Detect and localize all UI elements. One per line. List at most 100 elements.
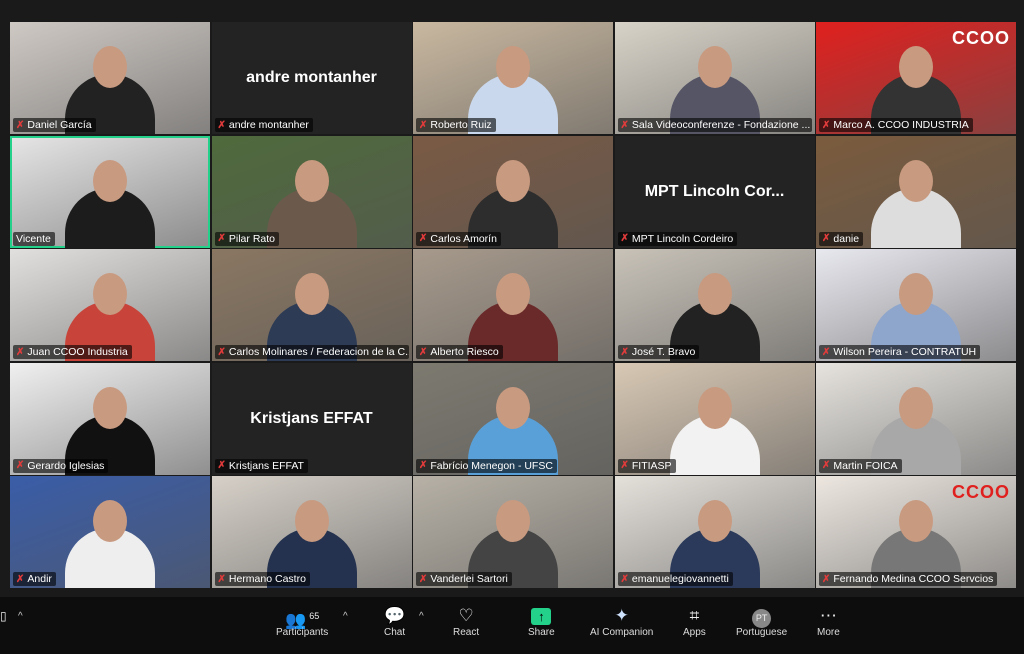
participant-face	[93, 273, 127, 315]
video-options-caret[interactable]: ^	[18, 611, 23, 622]
participant-tile[interactable]: CCOO ✗ Marco A. CCOO INDUSTRIA	[816, 22, 1016, 134]
muted-mic-icon: ✗	[620, 233, 629, 244]
participant-name-label: ✗ Pilar Rato	[214, 231, 279, 246]
sparkle-icon: ✦	[614, 606, 629, 625]
participant-tile[interactable]: andre montanher ✗ andre montanher	[211, 22, 412, 134]
chat-options-caret[interactable]: ^	[419, 611, 424, 622]
participant-face	[899, 159, 933, 202]
muted-mic-icon: ✗	[822, 119, 831, 131]
muted-mic-icon: ✗	[620, 346, 629, 358]
participant-tile[interactable]: ✗ Juan CCOO Industria	[10, 249, 210, 361]
participant-face	[294, 500, 329, 542]
muted-mic-icon: ✗	[419, 119, 428, 131]
participant-tile[interactable]: ✗ Wilson Pereira - CONTRATUH	[816, 249, 1016, 361]
participant-tile[interactable]: ✗ Carlos Amorín	[413, 135, 613, 248]
muted-mic-icon: ✗	[217, 460, 226, 471]
muted-mic-icon: ✗	[822, 460, 831, 471]
participant-tile[interactable]: Kristjans EFFAT ✗ Kristjans EFFAT	[211, 362, 412, 475]
participant-name-label: ✗ Daniel García	[13, 118, 96, 132]
participant-face	[899, 500, 933, 542]
chat-button[interactable]: 💬 Chat	[384, 605, 405, 638]
participant-face	[294, 159, 329, 202]
participant-tile[interactable]: ✗ Gerardo Iglesias	[10, 362, 210, 475]
share-icon: ↑	[531, 605, 552, 627]
participant-tile[interactable]: ✗ Fabrício Menegon - UFSC	[413, 362, 613, 475]
participants-icon: 👥 65	[285, 610, 320, 630]
participant-tile[interactable]: ✗ Sala Videoconferenze - Fondazione ...	[614, 22, 815, 134]
participant-name-label: ✗ Sala Videoconferenze - Fondazione ...	[617, 118, 812, 132]
participants-button[interactable]: 👥 65 Participants	[276, 605, 328, 638]
participants-options-caret[interactable]: ^	[343, 611, 348, 622]
participant-face	[93, 386, 127, 429]
participant-tile[interactable]: ✗ Carlos Molinares / Federacion de la C..…	[211, 249, 412, 361]
participant-tile[interactable]: ✗ José T. Bravo	[614, 249, 815, 361]
participant-face	[496, 273, 530, 315]
participant-tile[interactable]: CCOO ✗ Fernando Medina CCOO Servcios	[816, 476, 1016, 588]
participant-name-label: ✗ Hermano Castro	[214, 572, 310, 586]
participant-tile[interactable]: ✗ Martin FOICA	[816, 362, 1016, 475]
participant-name-label: ✗ Andir	[13, 572, 56, 586]
participant-face	[294, 273, 329, 315]
muted-mic-icon: ✗	[620, 460, 629, 471]
participant-tile[interactable]: ✗ Hermano Castro	[211, 476, 412, 588]
muted-mic-icon: ✗	[419, 573, 428, 585]
participant-name-label: ✗ Alberto Riesco	[416, 345, 503, 359]
participant-tile[interactable]: ✗ emanuelegiovannetti	[614, 476, 815, 588]
participant-tile[interactable]: ✗ danie	[816, 135, 1016, 248]
participant-face	[697, 386, 732, 429]
share-button[interactable]: ↑ Share	[528, 605, 555, 638]
participant-display-name: MPT Lincoln Cor...	[644, 182, 785, 200]
participant-name-label: ✗ Carlos Molinares / Federacion de la C..…	[214, 345, 409, 359]
participant-name-label: ✗ Roberto Ruiz	[416, 118, 496, 132]
participant-face	[899, 273, 933, 315]
participant-tile[interactable]: ✗ Andir	[10, 476, 210, 588]
meeting-toolbar: ▯ ^ 👥 65 Participants ^ 💬 Chat ^ ♡ React …	[0, 597, 1024, 654]
video-button[interactable]: ▯	[0, 605, 7, 627]
muted-mic-icon: ✗	[419, 346, 428, 358]
muted-mic-icon: ✗	[16, 573, 25, 585]
participant-tile[interactable]: ✗ Daniel García	[10, 22, 210, 134]
participant-tile[interactable]: ✗ Roberto Ruiz	[413, 22, 613, 134]
participant-face	[93, 46, 127, 88]
more-button[interactable]: ⋯ More	[817, 605, 840, 638]
language-icon: PT	[752, 605, 772, 628]
apps-icon: ⌗	[689, 606, 700, 625]
participant-tile[interactable]: ✗ Vanderlei Sartori	[413, 476, 613, 588]
participant-face	[697, 273, 732, 315]
muted-mic-icon: ✗	[16, 460, 25, 471]
participant-name-label: ✗ FITIASP	[617, 458, 676, 473]
participant-name-label: ✗ emanuelegiovannetti	[617, 572, 733, 586]
participant-face	[697, 500, 732, 542]
participant-name-label: ✗ Vanderlei Sartori	[416, 572, 512, 586]
participant-name-label: ✗ José T. Bravo	[617, 345, 700, 359]
muted-mic-icon: ✗	[822, 346, 831, 358]
muted-mic-icon: ✗	[620, 573, 629, 585]
react-button[interactable]: ♡ React	[453, 605, 479, 638]
participant-face	[496, 159, 530, 202]
muted-mic-icon: ✗	[419, 460, 428, 471]
ai-companion-button[interactable]: ✦ AI Companion	[590, 605, 653, 638]
muted-mic-icon: ✗	[16, 346, 25, 358]
participant-name-label: ✗ Fernando Medina CCOO Servcios	[819, 572, 998, 586]
language-button[interactable]: PT Portuguese	[736, 605, 787, 638]
participant-name-label: ✗ Wilson Pereira - CONTRATUH	[819, 345, 981, 359]
participant-tile[interactable]: ✗ FITIASP	[614, 362, 815, 475]
muted-mic-icon: ✗	[419, 233, 428, 244]
participant-face	[899, 46, 933, 88]
participant-tile[interactable]: ✗ Pilar Rato	[211, 135, 412, 248]
participant-tile[interactable]: Vicente	[10, 135, 210, 248]
participant-name-label: ✗ danie	[819, 231, 864, 246]
participant-name-label: ✗ Fabrício Menegon - UFSC	[416, 458, 557, 473]
muted-mic-icon: ✗	[217, 119, 226, 131]
muted-mic-icon: ✗	[822, 233, 831, 244]
apps-button[interactable]: ⌗ Apps	[683, 605, 706, 638]
participant-face	[496, 500, 530, 542]
participant-face	[93, 159, 127, 202]
participant-tile[interactable]: ✗ Alberto Riesco	[413, 249, 613, 361]
participant-name-label: ✗ andre montanher	[214, 118, 313, 132]
participant-name-label: ✗ Gerardo Iglesias	[13, 458, 109, 473]
participant-face	[496, 46, 530, 88]
participant-tile[interactable]: MPT Lincoln Cor... ✗ MPT Lincoln Cordeiro	[614, 135, 815, 248]
participant-face	[93, 500, 127, 542]
muted-mic-icon: ✗	[822, 573, 831, 585]
